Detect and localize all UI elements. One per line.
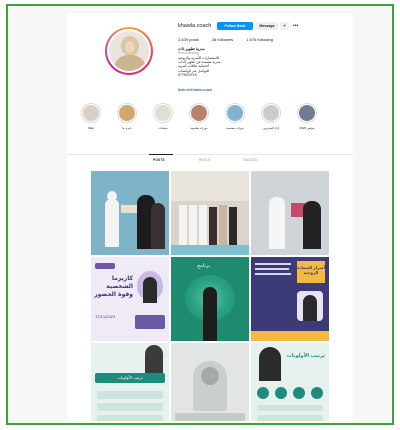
highlight-item[interactable]: آراء المتدربين xyxy=(259,103,283,130)
avatar-body xyxy=(114,55,146,71)
profile-stats: 2,639 posts 28 followers 1,676 following xyxy=(178,37,285,42)
highlight-item[interactable]: دورات تعليمية xyxy=(187,103,211,130)
highlight-item[interactable]: منتجات xyxy=(151,103,175,130)
highlight-item[interactable]: Map xyxy=(79,103,103,130)
highlight-cover xyxy=(263,105,279,121)
post-thumbnail[interactable] xyxy=(171,343,249,421)
highlight-label: آراء المتدربين xyxy=(262,126,280,130)
tab-tagged[interactable]: TAGGED xyxy=(243,158,257,162)
post-thumbnail[interactable]: أسرار السعادة الزوجية xyxy=(251,257,329,341)
active-tab-indicator xyxy=(149,154,173,155)
post-title: برنامج xyxy=(197,263,210,269)
tab-posts[interactable]: POSTS xyxy=(153,158,165,162)
post-title: ترتيب الأولويات xyxy=(117,375,143,380)
highlight-label: دورات تعليمية xyxy=(190,126,208,130)
avatar-face xyxy=(125,41,135,53)
highlight-item[interactable]: مؤتمر 2023 xyxy=(295,103,319,130)
more-icon[interactable]: ••• xyxy=(293,22,298,30)
highlight-item[interactable]: دورات معتمدة xyxy=(223,103,247,130)
profile-tabs: POSTS REELS TAGGED xyxy=(67,154,353,166)
profile-bio: للاستشارات الأسرية والزوجية مدربة معتمدة… xyxy=(178,56,288,77)
highlight-item[interactable]: عبرة بنا xyxy=(115,103,139,130)
highlight-cover xyxy=(119,105,135,121)
screenshot-frame: khawla.coach Follow Back Message + ••• 2… xyxy=(6,4,394,425)
profile-username: khawla.coach xyxy=(178,23,212,29)
instagram-profile: khawla.coach Follow Back Message + ••• 2… xyxy=(67,13,353,421)
following-count[interactable]: 1,676 following xyxy=(246,37,273,42)
post-title: أسرار السعادة الزوجية xyxy=(297,265,325,275)
follow-back-button[interactable]: Follow Back xyxy=(217,22,253,30)
tab-reels[interactable]: REELS xyxy=(199,158,210,162)
highlight-label: دورات معتمدة xyxy=(226,126,244,130)
highlight-cover xyxy=(191,105,207,121)
highlight-cover xyxy=(155,105,171,121)
highlight-label: مؤتمر 2023 xyxy=(299,126,315,130)
highlight-cover xyxy=(227,105,243,121)
highlight-cover xyxy=(299,105,315,121)
add-user-icon[interactable]: + xyxy=(280,22,289,30)
bio-line: 0775XXXXX xyxy=(178,72,197,77)
profile-avatar[interactable] xyxy=(105,27,153,75)
post-thumbnail[interactable]: ترتيب الأولويات xyxy=(91,343,169,421)
profile-link[interactable]: linktr.ee/khawla.coach xyxy=(178,88,212,92)
message-button[interactable]: Message xyxy=(256,22,278,30)
highlight-cover xyxy=(83,105,99,121)
post-title: ترتيب الأولويات xyxy=(286,353,325,359)
post-subtitle: 17/11/2023 xyxy=(95,315,116,319)
highlight-label: Map xyxy=(88,126,94,130)
profile-category: Personal blog xyxy=(178,51,199,55)
post-thumbnail[interactable]: ترتيب الأولويات xyxy=(251,343,329,421)
post-thumbnail[interactable]: كاريزما الشخصية وقوة الحضور 17/11/2023 xyxy=(91,257,169,341)
highlight-label: عبرة بنا xyxy=(122,126,132,130)
post-title: كاريزما الشخصية وقوة الحضور xyxy=(94,275,133,298)
followers-count[interactable]: 28 followers xyxy=(212,37,233,42)
posts-count: 2,639 posts xyxy=(178,37,199,42)
post-thumbnail[interactable] xyxy=(171,171,249,255)
avatar-photo xyxy=(107,29,151,73)
post-thumbnail[interactable] xyxy=(251,171,329,255)
highlight-label: منتجات xyxy=(158,126,168,130)
post-thumbnail[interactable]: برنامج xyxy=(171,257,249,341)
post-thumbnail[interactable] xyxy=(91,171,169,255)
